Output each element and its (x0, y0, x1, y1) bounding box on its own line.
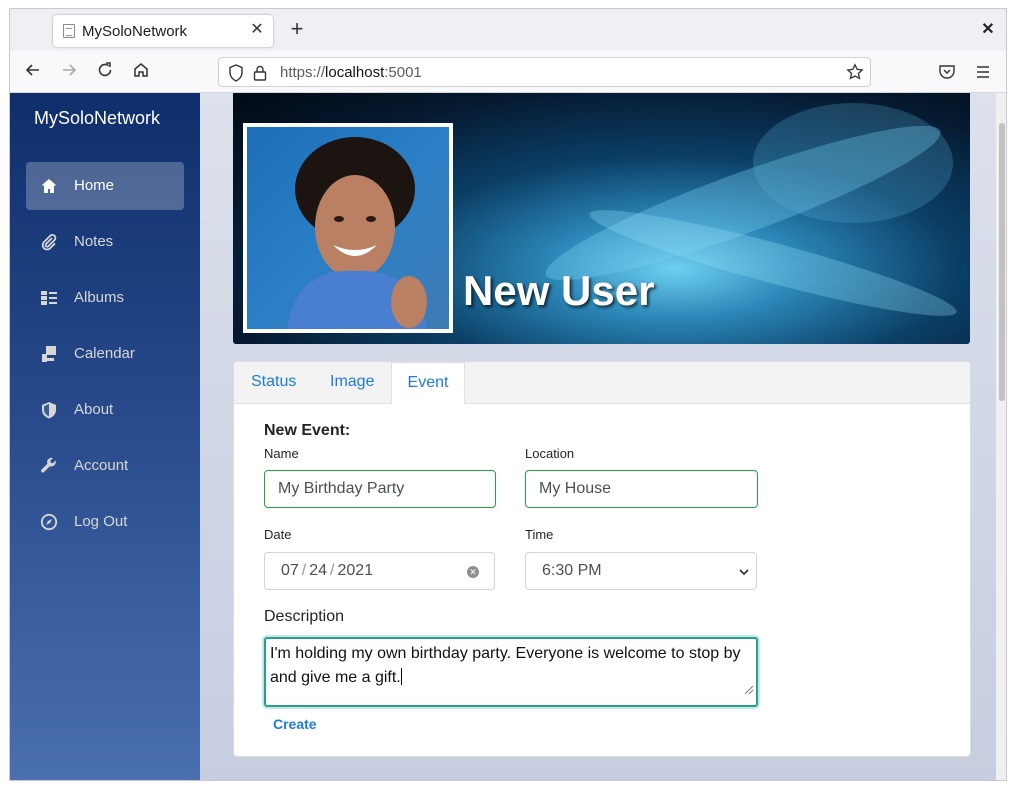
scrollbar-thumb[interactable] (999, 123, 1005, 401)
sidebar-item-home[interactable]: Home (26, 162, 184, 210)
tracking-shield-icon[interactable] (228, 64, 244, 87)
sidebar-item-label: About (74, 401, 114, 418)
sidebar-item-label: Albums (74, 289, 125, 306)
event-date-input[interactable]: 07/24/2021 ✕ (264, 552, 495, 590)
date-label: Date (264, 527, 292, 542)
forward-arrow-icon[interactable] (58, 61, 80, 83)
page-viewport: MySoloNetwork Home Notes Albums Calendar… (10, 93, 1006, 780)
name-label: Name (264, 446, 299, 461)
description-label: Description (264, 608, 345, 625)
profile-photo[interactable] (243, 123, 453, 333)
home-icon (40, 177, 58, 195)
sidebar-item-about[interactable]: About (26, 386, 184, 434)
sidebar-item-label: Log Out (74, 513, 128, 530)
tab-event[interactable]: Event (391, 362, 465, 404)
event-name-value: My Birthday Party (278, 480, 405, 497)
chevron-down-icon (738, 565, 750, 583)
compass-icon (40, 513, 58, 531)
back-arrow-icon[interactable] (22, 61, 44, 83)
description-textarea[interactable]: I'm holding my own birthday party. Every… (264, 637, 758, 707)
shield-icon (40, 401, 58, 419)
sidebar-item-logout[interactable]: Log Out (26, 498, 184, 546)
date-year[interactable]: 2021 (338, 562, 374, 579)
page-favicon-icon (63, 24, 75, 38)
location-label: Location (525, 446, 575, 461)
time-value: 6:30 PM (542, 562, 602, 579)
profile-banner: New User (233, 93, 970, 344)
sidebar-item-label: Account (74, 457, 129, 474)
brand-title[interactable]: MySoloNetwork (34, 108, 160, 129)
event-name-input[interactable]: My Birthday Party (264, 470, 496, 508)
sidebar-item-label: Notes (74, 233, 114, 250)
albums-list-icon (40, 289, 58, 307)
reload-icon[interactable] (94, 61, 116, 83)
bookmark-star-icon[interactable] (846, 63, 864, 86)
clear-date-icon[interactable]: ✕ (467, 566, 479, 578)
browser-toolbar: https://localhost:5001 (10, 51, 1006, 93)
tab-status[interactable]: Status (251, 362, 301, 404)
sidebar-item-label: Home (74, 177, 115, 194)
sidebar-item-notes[interactable]: Notes (26, 218, 184, 266)
date-value: 07/24/2021 (281, 562, 374, 579)
time-label: Time (525, 527, 554, 542)
browser-tab-title: MySoloNetwork (82, 23, 188, 40)
sidebar-item-calendar[interactable]: Calendar (26, 330, 184, 378)
url-text: https://localhost:5001 (280, 64, 422, 81)
avatar (247, 127, 449, 329)
pocket-icon[interactable] (938, 63, 956, 86)
sidebar-item-albums[interactable]: Albums (26, 274, 184, 322)
date-day[interactable]: 24 (309, 562, 327, 579)
window-close-icon[interactable]: ✕ (978, 20, 998, 40)
paperclip-icon (40, 233, 58, 251)
profile-name: New User (463, 267, 655, 314)
banner-decoration (753, 103, 953, 223)
resize-grip-icon[interactable] (744, 679, 754, 703)
tab-strip: MySoloNetwork ✕ + ✕ (10, 9, 1006, 51)
calendar-icon (40, 345, 58, 363)
sidebar-item-label: Calendar (74, 345, 135, 362)
sidebar-item-account[interactable]: Account (26, 442, 184, 490)
home-icon[interactable] (130, 61, 152, 83)
lock-icon[interactable] (252, 64, 268, 87)
tab-image[interactable]: Image (330, 362, 380, 404)
new-tab-icon[interactable]: + (286, 18, 308, 41)
browser-window: MySoloNetwork ✕ + ✕ https://localhost:50… (9, 8, 1007, 781)
event-location-value: My House (539, 480, 612, 497)
browser-tab[interactable]: MySoloNetwork ✕ (53, 15, 273, 47)
form-heading: New Event: (264, 422, 351, 439)
post-card: Status Image Event New Event: Name My Bi… (233, 361, 971, 757)
event-location-input[interactable]: My House (525, 470, 758, 508)
create-button[interactable]: Create (273, 716, 317, 732)
post-type-tabs: Status Image Event (234, 362, 970, 404)
text-caret (400, 668, 402, 685)
wrench-icon (40, 457, 58, 475)
address-bar[interactable]: https://localhost:5001 (218, 57, 871, 87)
date-month[interactable]: 07 (281, 562, 299, 579)
sidebar: MySoloNetwork Home Notes Albums Calendar… (10, 93, 200, 780)
hamburger-menu-icon[interactable] (974, 63, 992, 86)
event-time-select[interactable]: 6:30 PM (525, 552, 757, 590)
description-value: I'm holding my own birthday party. Every… (270, 645, 741, 686)
tab-close-icon[interactable]: ✕ (247, 20, 267, 40)
page-scrollbar[interactable] (996, 93, 1006, 780)
